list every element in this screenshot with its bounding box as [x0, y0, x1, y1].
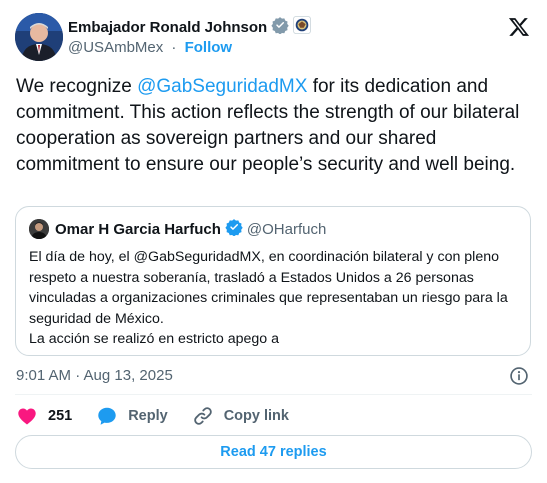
quoted-text-paragraph: El día de hoy, el @GabSeguridadMX, en co… — [29, 249, 508, 327]
quoted-text-paragraph-2: La acción se realizó en estricto apego a — [29, 331, 280, 347]
tweet-timestamp[interactable]: 9:01 AM · Aug 13, 2025 — [16, 367, 173, 384]
quoted-author-name: Omar H Garcia Harfuch — [55, 220, 221, 238]
x-logo-icon[interactable] — [508, 16, 530, 38]
author-handle-row: @USAmbMex · Follow — [68, 39, 232, 56]
author-name[interactable]: Embajador Ronald Johnson — [68, 19, 267, 36]
quoted-author-avatar — [29, 219, 49, 239]
read-replies-button[interactable]: Read 47 replies — [15, 435, 532, 469]
reply-button[interactable]: Reply — [96, 405, 168, 427]
heart-icon — [16, 405, 38, 427]
tweet-card: Embajador Ronald Johnson @USAmbMex · Fol… — [0, 0, 547, 483]
reply-bubble-icon — [96, 405, 118, 427]
copy-link-button[interactable]: Copy link — [192, 405, 289, 427]
tweet-text-start: We recognize — [16, 76, 138, 97]
quoted-author-handle: @OHarfuch — [246, 220, 327, 238]
link-icon — [192, 405, 214, 427]
author-avatar[interactable] — [15, 13, 63, 61]
verified-badge-icon — [271, 16, 289, 39]
quoted-author-row: Omar H Garcia Harfuch @OHarfuch — [55, 219, 326, 239]
author-handle[interactable]: @USAmbMex — [68, 39, 163, 56]
quoted-tweet[interactable]: Omar H Garcia Harfuch @OHarfuch El día d… — [15, 206, 531, 356]
action-bar: 251 Reply Copy link — [16, 404, 313, 428]
verified-badge-icon — [225, 218, 243, 240]
separator-dot: · — [171, 39, 177, 56]
tweet-text: We recognize @GabSeguridadMX for its ded… — [16, 74, 536, 178]
like-count: 251 — [48, 408, 73, 424]
embassy-seal-icon — [293, 15, 312, 39]
info-icon[interactable] — [509, 366, 529, 386]
divider — [15, 394, 532, 395]
reply-label: Reply — [128, 408, 168, 424]
copy-link-label: Copy link — [223, 408, 289, 424]
like-button[interactable]: 251 — [16, 405, 72, 427]
tweet-mention-link[interactable]: @GabSeguridadMX — [137, 76, 307, 97]
quoted-tweet-text: El día de hoy, el @GabSeguridadMX, en co… — [29, 247, 519, 350]
author-name-row: Embajador Ronald Johnson — [68, 15, 312, 39]
follow-button[interactable]: Follow — [185, 39, 233, 56]
